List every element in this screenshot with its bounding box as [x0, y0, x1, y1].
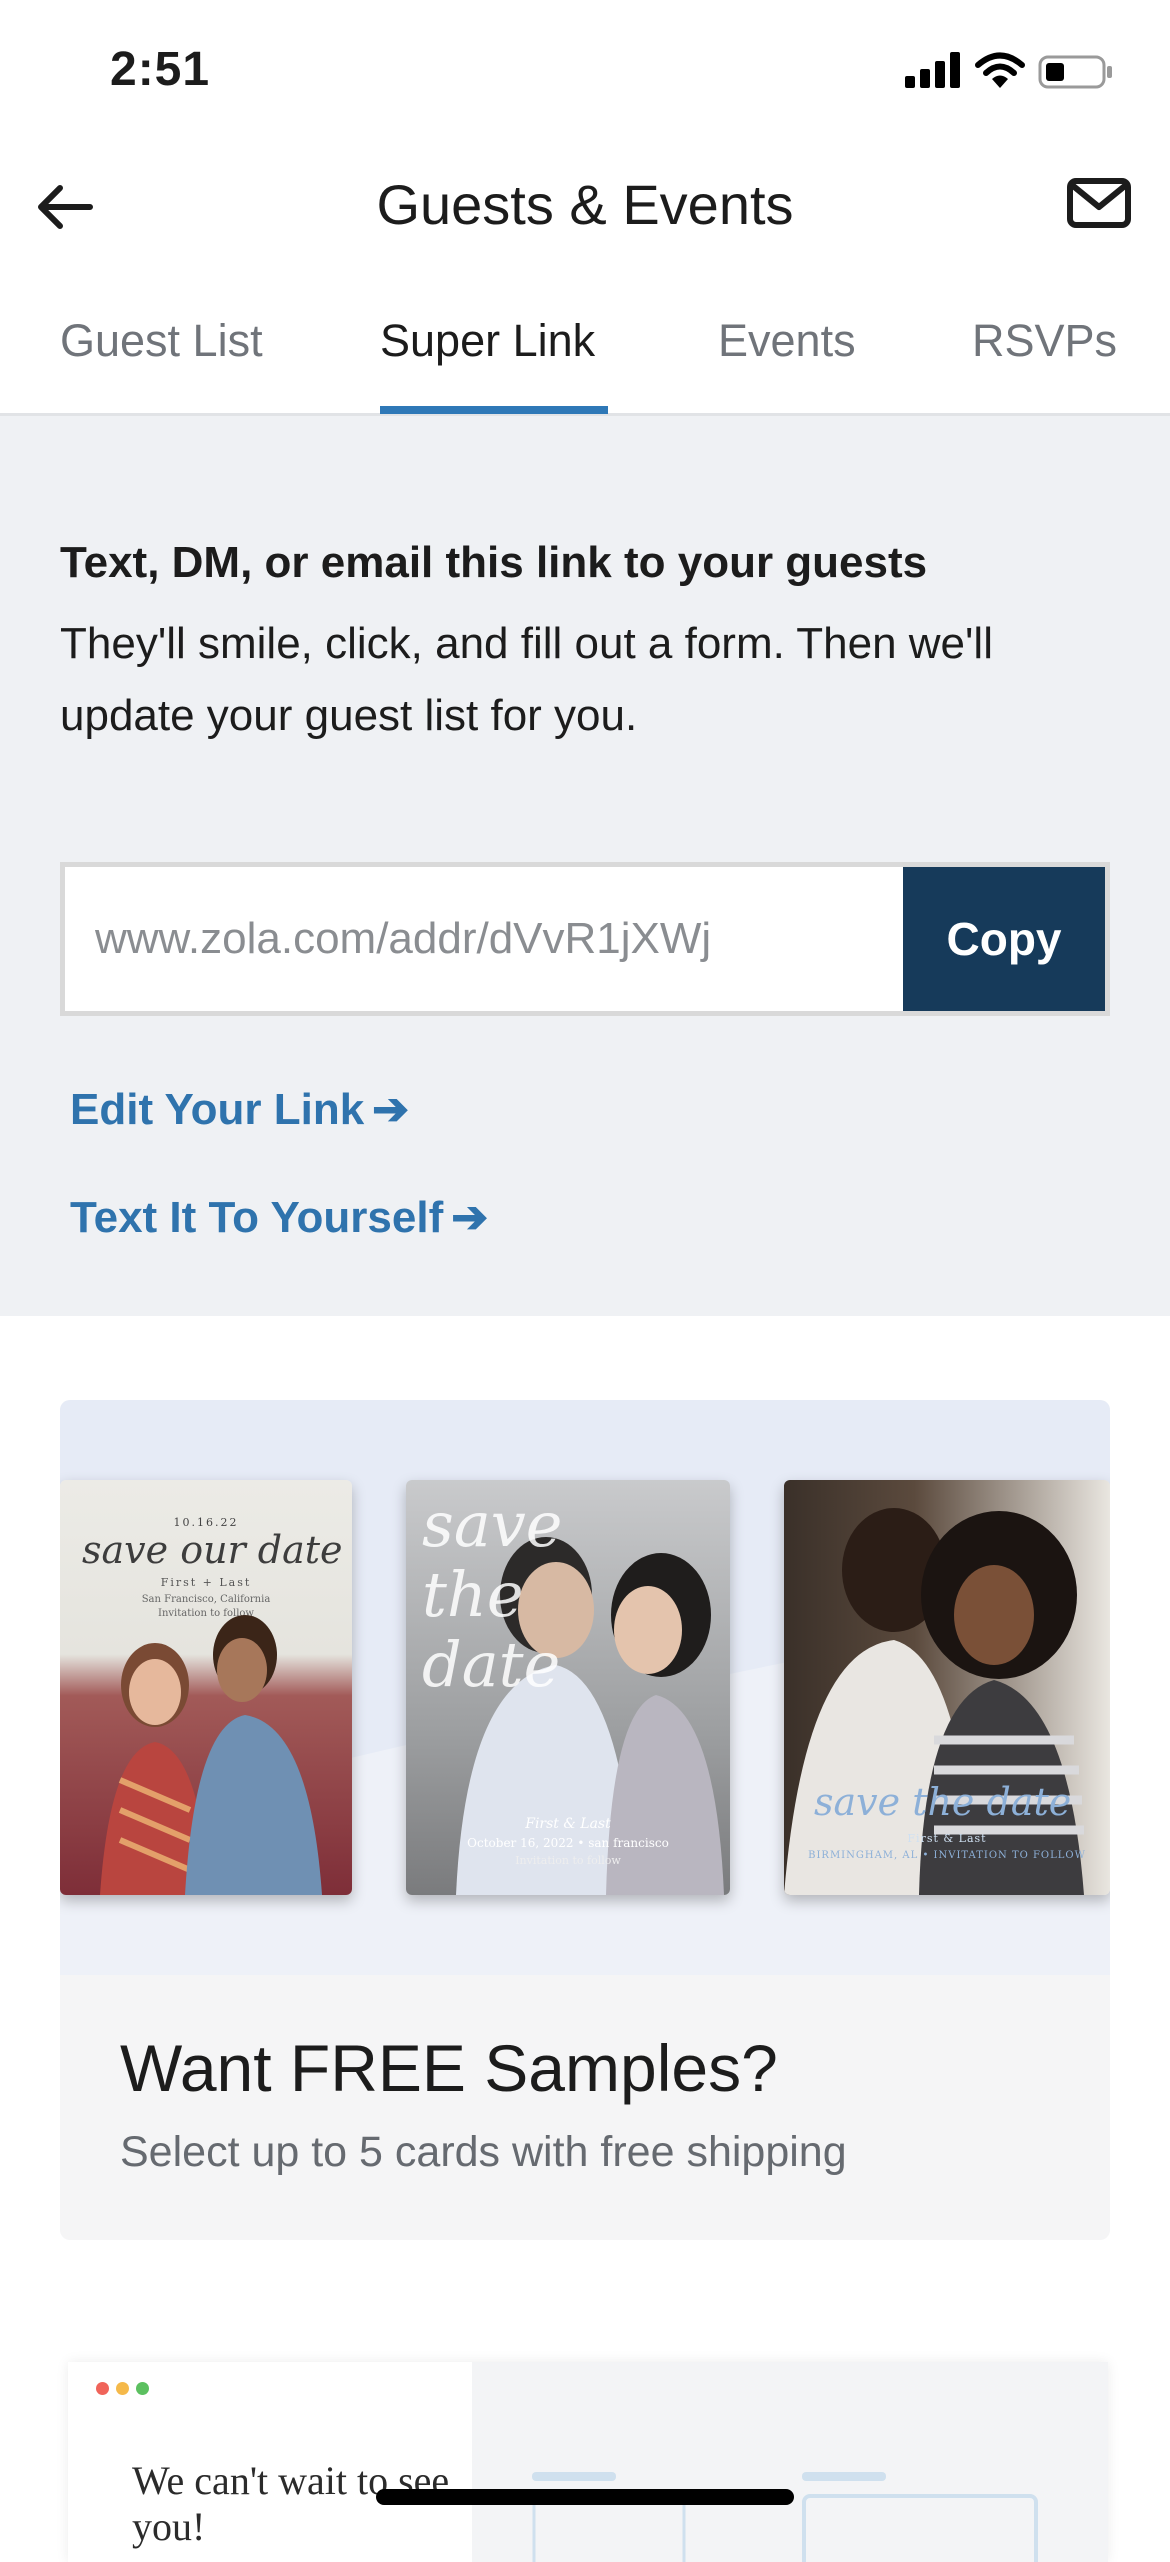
window-dot-icon: [96, 2382, 109, 2395]
save-the-date-card: save the date First & Last BIRMINGHAM, A…: [784, 1480, 1110, 1895]
tab-bar: Guest List Super Link Events RSVPs: [0, 300, 1170, 416]
arrow-right-icon: ➔: [451, 1193, 489, 1242]
active-tab-indicator: [380, 406, 608, 414]
save-the-date-card: save the date First & Last October 16, 2…: [406, 1480, 730, 1895]
arrow-right-icon: ➔: [372, 1085, 410, 1134]
super-link-heading: Text, DM, or email this link to your gue…: [60, 538, 928, 587]
card-names: First & Last: [525, 1816, 611, 1832]
home-indicator: [376, 2489, 794, 2505]
window-dot-icon: [136, 2382, 149, 2395]
copy-button[interactable]: Copy: [903, 867, 1105, 1011]
super-link-section: Text, DM, or email this link to your gue…: [0, 416, 1170, 1316]
edit-your-link-label: Edit Your Link: [70, 1085, 365, 1134]
cellular-signal-icon: [905, 52, 960, 88]
super-link-url-field[interactable]: [65, 867, 900, 1011]
text-it-to-yourself-link[interactable]: Text It To Yourself ➔: [70, 1192, 488, 1243]
website-preview-card[interactable]: We can't wait to see you!: [68, 2362, 1108, 2562]
samples-hero-image: 10.16.22 save our date First + Last San …: [60, 1400, 1110, 1975]
tab-super-link[interactable]: Super Link: [380, 315, 595, 367]
super-link-description: They'll smile, click, and fill out a for…: [60, 619, 993, 740]
window-dot-icon: [116, 2382, 129, 2395]
envelope-icon: [1067, 178, 1131, 228]
card-script-title: save the date: [422, 1488, 563, 1701]
navigation-header: Guests & Events: [0, 150, 1170, 260]
samples-title: Want FREE Samples?: [120, 2031, 778, 2105]
card-details: October 16, 2022 • san francisco: [467, 1836, 669, 1850]
website-preview-panel: We can't wait to see you!: [68, 2362, 472, 2562]
samples-subtitle: Select up to 5 cards with free shipping: [120, 2128, 847, 2176]
wifi-icon: [975, 52, 1025, 88]
link-field-container: Copy: [60, 862, 1110, 1016]
status-bar: 2:51: [0, 0, 1170, 150]
preview-layout-illustration: [532, 2472, 1038, 2562]
edit-your-link-link[interactable]: Edit Your Link ➔: [70, 1084, 409, 1135]
free-samples-card[interactable]: 10.16.22 save our date First + Last San …: [60, 1400, 1110, 2240]
couple-photo: [100, 1615, 322, 1895]
battery-icon: [1038, 55, 1112, 89]
tab-events[interactable]: Events: [718, 315, 856, 367]
status-time: 2:51: [110, 43, 211, 96]
card-script-title: save the date: [814, 1780, 1072, 1824]
text-it-to-yourself-label: Text It To Yourself: [70, 1193, 444, 1242]
tab-rsvps[interactable]: RSVPs: [972, 315, 1117, 367]
card-details: BIRMINGHAM, AL • INVITATION TO FOLLOW: [808, 1850, 1086, 1861]
page-title: Guests & Events: [376, 173, 794, 236]
tab-guest-list[interactable]: Guest List: [60, 315, 263, 367]
save-the-date-card: 10.16.22 save our date First + Last San …: [60, 1480, 352, 1895]
mail-button[interactable]: [1066, 175, 1136, 235]
card-names: First & Last: [907, 1832, 987, 1845]
card-note: Invitation to follow: [515, 1854, 621, 1867]
